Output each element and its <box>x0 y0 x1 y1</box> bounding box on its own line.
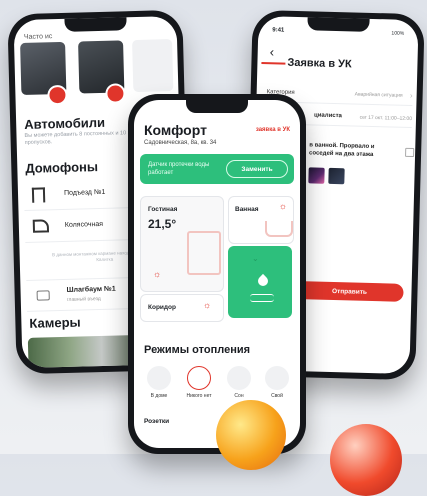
attachment-thumb[interactable] <box>328 167 345 185</box>
decor-ball-red <box>330 424 402 496</box>
specialist-label: циалиста <box>313 112 342 120</box>
page-title: Заявка в УК <box>287 56 352 71</box>
room-temp: 21,5° <box>148 217 177 231</box>
room-name: Коридор <box>148 304 176 311</box>
leak-banner: Датчик протечки воды работает Заменить <box>140 154 294 184</box>
room-name: Ванная <box>235 206 259 213</box>
phone-middle: Комфорт заявка в УК Садовническая, 8а, к… <box>128 94 306 454</box>
chevron-right-icon: › <box>409 90 413 101</box>
cameras-title: Камеры <box>29 314 81 331</box>
barrier-label: Шлагбаум №1 <box>66 285 116 294</box>
replace-button-label: Заменить <box>241 165 273 173</box>
mode-sleep[interactable]: Сон <box>222 366 256 399</box>
home-icon <box>147 366 171 390</box>
intercom-label: Колясочная <box>64 220 104 229</box>
bulb-icon[interactable]: ☼ <box>279 201 287 211</box>
screen-middle: Комфорт заявка в УК Садовническая, 8а, к… <box>134 100 300 448</box>
status-time: 9:41 <box>272 27 285 34</box>
leak-sensor-card[interactable]: ⌄ <box>228 246 292 318</box>
room-name: Гостиная <box>148 206 178 213</box>
bulb-icon[interactable]: ☼ <box>153 269 161 279</box>
stroller-icon <box>32 219 50 233</box>
mode-custom[interactable]: Свой <box>260 366 294 399</box>
title-accent <box>261 62 286 65</box>
specialist-value: сег 17 окт. 11:00–12:00 <box>359 114 413 123</box>
mode-label: Сон <box>234 393 244 399</box>
room-card-corridor[interactable]: Коридор ☼ <box>140 294 224 322</box>
request-link[interactable]: заявка в УК <box>256 127 290 133</box>
camera-preview[interactable] <box>27 335 134 369</box>
barrier-icon <box>36 290 50 301</box>
away-icon <box>187 366 211 390</box>
checkbox-icon[interactable] <box>405 147 415 158</box>
banner-text: Датчик протечки воды работает <box>148 162 210 176</box>
barrier-sub: главный въезд <box>66 296 101 303</box>
intercoms-title: Домофоны <box>25 159 99 176</box>
decor-ball-yellow <box>216 400 286 470</box>
lock-icon[interactable] <box>107 85 124 102</box>
submit-label: Отправить <box>331 287 368 296</box>
top-label: Часто ис <box>23 33 53 41</box>
notch <box>63 17 127 32</box>
cars-title: Автомобили <box>24 114 106 132</box>
notch <box>186 100 248 113</box>
home-title: Комфорт <box>144 122 207 138</box>
status-battery: 100% <box>391 30 405 37</box>
replace-button[interactable]: Заменить <box>226 160 288 178</box>
back-icon[interactable]: ‹ <box>270 44 275 59</box>
description-text[interactable]: в ванной. Прорвало и соседей на два этаж… <box>309 141 399 159</box>
water-drop-icon <box>255 273 271 289</box>
mode-label: Никого нет <box>186 393 212 399</box>
moon-icon <box>227 366 251 390</box>
mode-home[interactable]: В доме <box>142 366 176 399</box>
heating-title: Режимы отопления <box>144 344 251 356</box>
car-card-3[interactable] <box>132 39 174 93</box>
sockets-title: Розетки <box>144 418 170 425</box>
address: Садовническая, 8а, кв. 34 <box>144 140 217 146</box>
waves-icon <box>250 294 274 302</box>
bath-icon <box>265 221 293 237</box>
mode-label: В доме <box>150 393 168 399</box>
lock-icon[interactable] <box>49 86 66 104</box>
chevron-down-icon: ⌄ <box>252 254 259 263</box>
mode-label: Свой <box>271 393 283 399</box>
intercom-label: Подъезд №1 <box>63 188 106 197</box>
bulb-icon[interactable]: ☼ <box>203 300 211 310</box>
attachment-thumb[interactable] <box>308 167 325 184</box>
door-icon <box>31 187 46 203</box>
category-value: Аварийная ситуация <box>354 91 403 99</box>
heating-modes: В доме Никого нет Сон Свой <box>140 366 296 406</box>
notch <box>307 17 370 32</box>
room-card-living[interactable]: Гостиная 21,5° ☼ <box>140 196 224 292</box>
room-card-bath[interactable]: Ванная ☼ <box>228 196 294 244</box>
submit-button[interactable]: Отправить <box>295 281 404 302</box>
mode-away[interactable]: Никого нет <box>180 366 218 399</box>
custom-icon <box>265 366 289 390</box>
sofa-icon <box>187 231 221 275</box>
